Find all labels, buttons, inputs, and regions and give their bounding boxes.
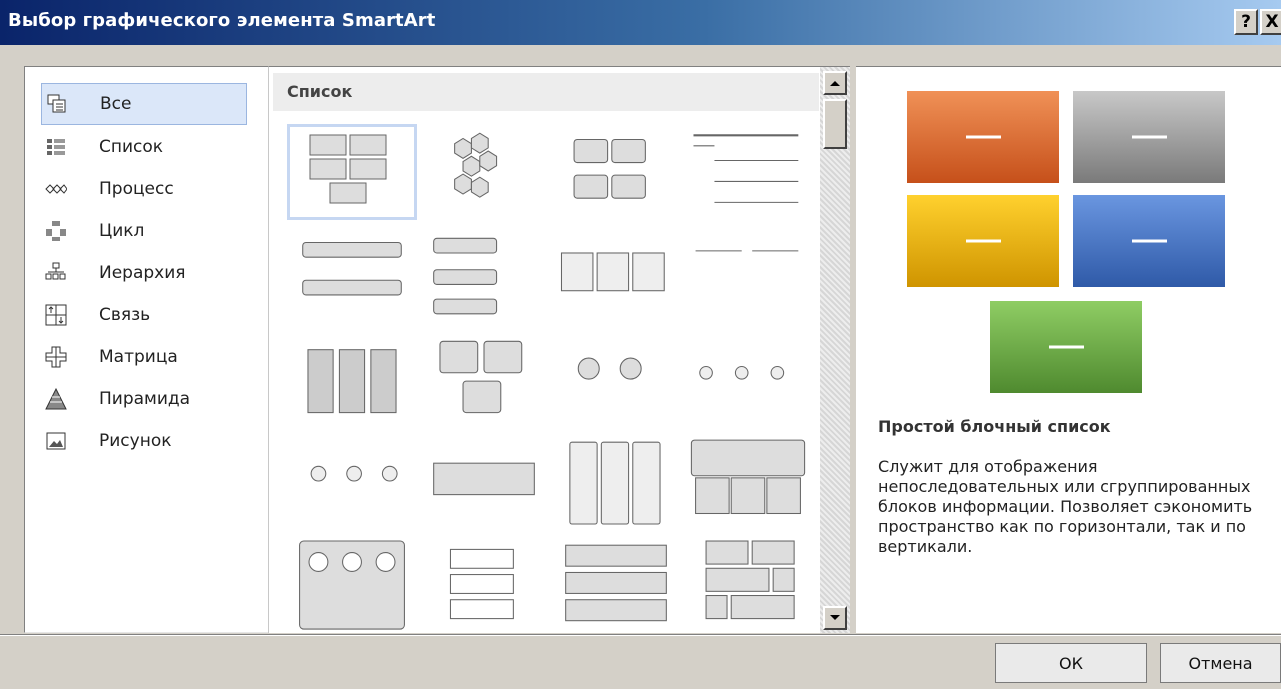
gallery-scrollbar[interactable] [820, 66, 850, 633]
preview-block-gray [1073, 91, 1225, 183]
category-item-cycle[interactable]: Цикл [41, 210, 247, 252]
category-label: Пирамида [99, 389, 191, 409]
dialog-title: Выбор графического элемента SmartArt [8, 10, 436, 31]
relationship-icon [45, 304, 67, 326]
picture-icon [45, 430, 67, 452]
layout-gallery: Список [268, 66, 820, 633]
category-list: Все Список Процесс Цикл Иерархия Связь М… [24, 66, 268, 633]
layout-thumb-picture-caption[interactable] [419, 330, 549, 426]
ok-button[interactable]: ОК [995, 643, 1147, 683]
layout-thumb-circle-list[interactable] [551, 330, 681, 426]
preview-block-yellow [907, 195, 1059, 287]
smartart-dialog: Выбор графического элемента SmartArt ? X… [0, 0, 1281, 689]
category-label: Рисунок [99, 431, 172, 451]
list-icon [45, 136, 67, 158]
gallery-section-label: Список [287, 82, 353, 101]
layout-thumb-picture-list[interactable] [551, 536, 681, 632]
preview-panel: Простой блочный список Служит для отобра… [856, 66, 1281, 633]
category-label: Процесс [99, 179, 174, 199]
scroll-up-button[interactable] [823, 71, 847, 95]
close-button[interactable]: X [1260, 9, 1281, 35]
category-label: Цикл [99, 221, 145, 241]
category-label: Матрица [99, 347, 178, 367]
footer-divider [0, 634, 1281, 636]
layout-thumb-small-circles[interactable] [683, 330, 813, 426]
scroll-thumb[interactable] [823, 99, 847, 149]
layout-description: Служит для отображения непоследовательны… [878, 457, 1253, 556]
category-item-process[interactable]: Процесс [41, 168, 247, 210]
layout-thumb-heading-blocks[interactable] [683, 433, 813, 529]
cycle-icon [45, 220, 67, 242]
layout-thumb-hierarchy-list[interactable] [683, 227, 813, 323]
category-label: Иерархия [99, 263, 186, 283]
layout-thumb-hexagons[interactable] [419, 124, 549, 220]
process-icon [45, 178, 67, 200]
cancel-button[interactable]: Отмена [1160, 643, 1281, 683]
category-item-pyramid[interactable]: Пирамида [41, 378, 247, 420]
category-label: Список [99, 137, 164, 157]
layout-thumb-vertical-boxes[interactable] [287, 330, 417, 426]
help-button[interactable]: ? [1234, 9, 1258, 35]
layout-thumb-tab-list[interactable] [419, 536, 549, 632]
preview-block-blue [1073, 195, 1225, 287]
gallery-section-header: Список [273, 73, 819, 111]
matrix-icon [45, 346, 67, 368]
layout-thumb-circle-arrow-list[interactable] [287, 536, 417, 632]
category-label: Связь [99, 305, 151, 325]
layout-thumb-grid-blocks[interactable] [551, 124, 681, 220]
category-item-hierarchy[interactable]: Иерархия [41, 252, 247, 294]
preview-block-green [990, 301, 1142, 393]
arrow-up-icon [830, 81, 840, 86]
layout-thumb-basic-block-list[interactable] [287, 124, 417, 220]
hierarchy-icon [45, 262, 67, 284]
category-item-all[interactable]: Все [41, 83, 247, 125]
category-label: Все [100, 94, 132, 114]
layout-thumb-arrow-boxes[interactable] [419, 433, 549, 529]
layout-thumb-table-list[interactable] [551, 227, 681, 323]
category-item-relationship[interactable]: Связь [41, 294, 247, 336]
category-item-list[interactable]: Список [41, 126, 247, 168]
pyramid-icon [45, 388, 67, 410]
layout-preview [907, 91, 1225, 393]
layout-thumb-lined-list[interactable] [683, 124, 813, 220]
all-icon [46, 93, 68, 115]
preview-block-orange [907, 91, 1059, 183]
layout-thumb-stacked-list[interactable] [419, 227, 549, 323]
category-item-picture[interactable]: Рисунок [41, 420, 247, 462]
title-bar: Выбор графического элемента SmartArt ? X [0, 0, 1281, 45]
layout-thumb-column-list[interactable] [551, 433, 681, 529]
category-item-matrix[interactable]: Матрица [41, 336, 247, 378]
layout-title: Простой блочный список [878, 417, 1111, 436]
layout-thumb-vertical-bullet-list[interactable] [287, 227, 417, 323]
layout-thumb-half-circle-list[interactable] [287, 433, 417, 529]
arrow-down-icon [830, 615, 840, 620]
layout-thumb-brick-list[interactable] [683, 536, 813, 632]
scroll-down-button[interactable] [823, 606, 847, 630]
